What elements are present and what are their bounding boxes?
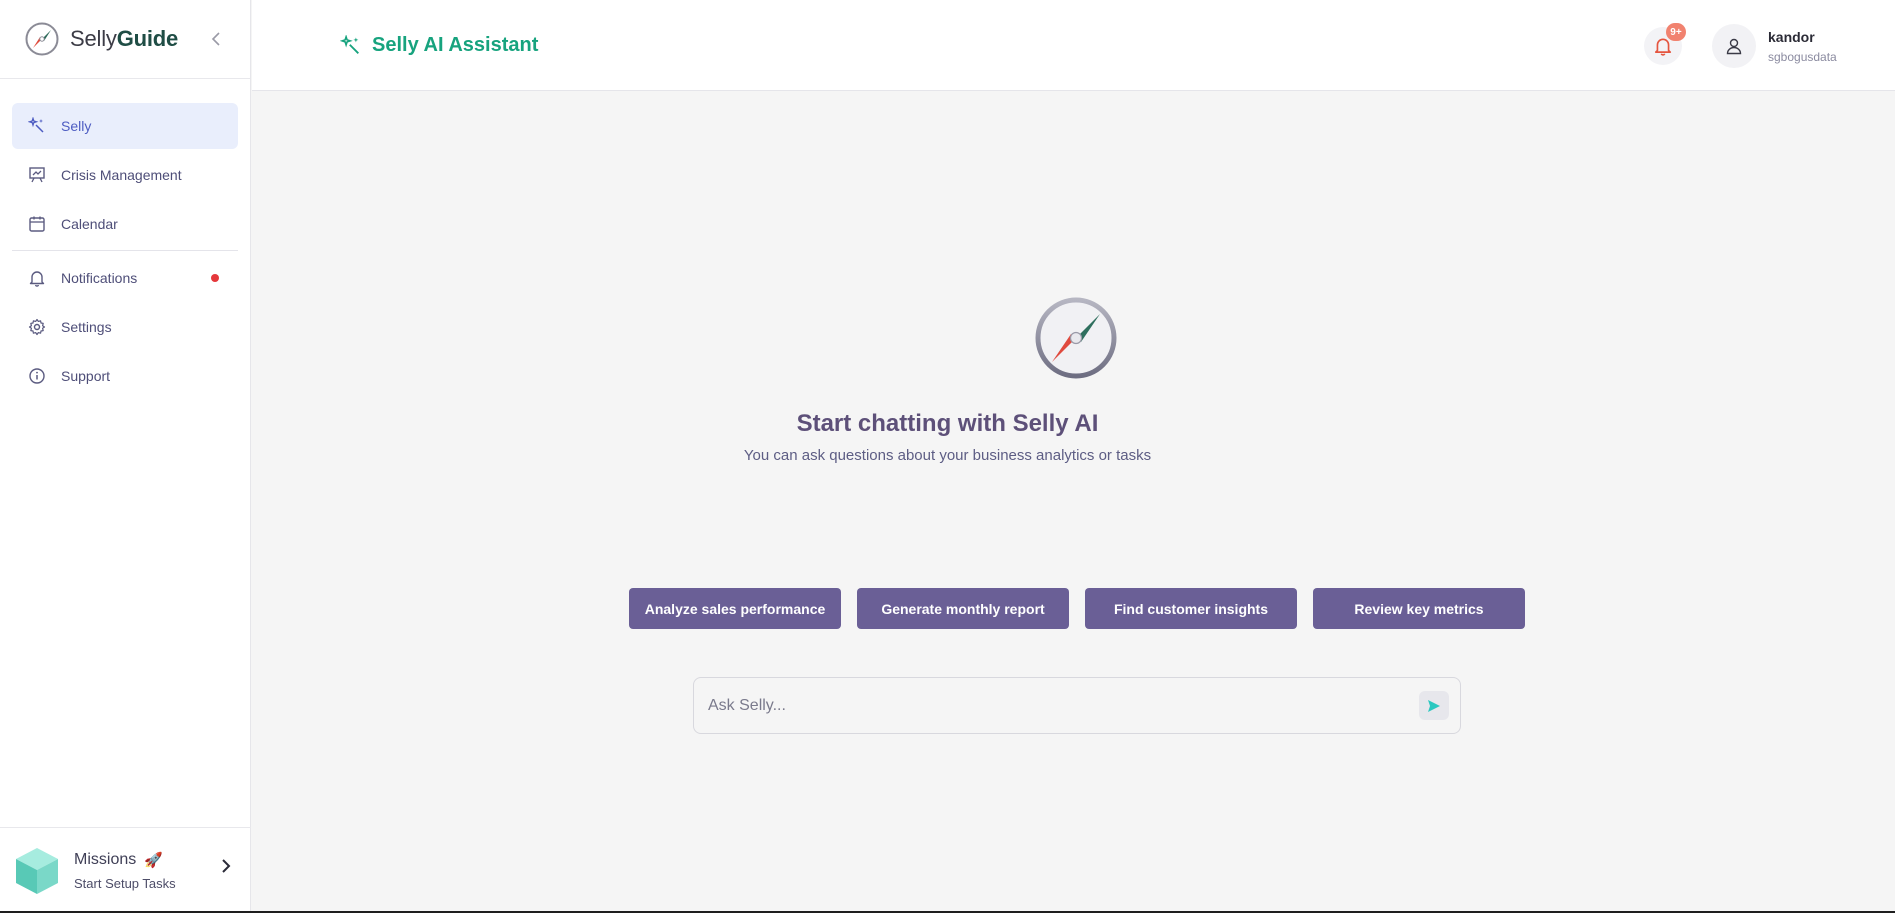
page-title: Selly AI Assistant — [340, 34, 538, 57]
brand-header: SellyGuide — [0, 0, 250, 79]
presentation-chart-icon — [28, 166, 46, 184]
unread-dot — [211, 274, 219, 282]
chevron-right-icon — [222, 859, 231, 873]
bell-icon — [28, 269, 46, 287]
user-org: sgbogusdata — [1768, 50, 1837, 64]
collapse-sidebar-button[interactable] — [206, 28, 226, 50]
hero-title: Start chatting with Selly AI — [796, 410, 1099, 437]
send-button[interactable] — [1419, 691, 1449, 720]
sidebar-item-notifications[interactable]: Notifications — [12, 255, 238, 301]
info-icon — [28, 367, 46, 385]
user-name[interactable]: kandor — [1768, 29, 1815, 45]
chevron-left-icon — [211, 32, 220, 46]
top-header: Selly AI Assistant 9+ kandor sgbogusdata — [252, 0, 1895, 91]
sidebar-item-settings[interactable]: Settings — [12, 304, 238, 350]
calendar-icon — [28, 215, 46, 233]
sidebar-item-calendar[interactable]: Calendar — [12, 201, 238, 247]
missions-subtitle: Start Setup Tasks — [74, 875, 176, 891]
missions-title: Missions 🚀 — [74, 850, 163, 869]
user-icon — [1726, 38, 1742, 55]
sidebar-item-label: Notifications — [61, 270, 138, 286]
suggestion-buttons: Analyze sales performance Generate month… — [629, 588, 1525, 629]
cube-icon — [16, 847, 58, 894]
sidebar-item-label: Selly — [61, 118, 92, 134]
sidebar-nav: Selly Crisis Management Calendar Notific… — [0, 79, 250, 399]
ask-input[interactable] — [708, 694, 1388, 718]
missions-card[interactable]: Missions 🚀 Start Setup Tasks — [0, 827, 251, 913]
sidebar-item-label: Support — [61, 368, 111, 384]
suggestion-key-metrics-button[interactable]: Review key metrics — [1313, 588, 1525, 629]
sidebar-item-label: Calendar — [61, 216, 118, 232]
notification-count-badge: 9+ — [1666, 23, 1686, 41]
compass-logo-icon — [25, 22, 59, 56]
send-icon — [1428, 699, 1440, 712]
sidebar-item-crisis-management[interactable]: Crisis Management — [12, 152, 238, 198]
sidebar-item-selly[interactable]: Selly — [12, 103, 238, 149]
sidebar-item-support[interactable]: Support — [12, 353, 238, 399]
brand-name: SellyGuide — [70, 26, 179, 51]
sidebar-item-label: Crisis Management — [61, 167, 182, 183]
compass-icon — [1035, 297, 1117, 379]
suggestion-monthly-report-button[interactable]: Generate monthly report — [857, 588, 1069, 629]
user-avatar[interactable] — [1712, 24, 1756, 68]
rocket-icon: 🚀 — [144, 851, 163, 869]
ask-box — [693, 677, 1461, 734]
nav-divider — [12, 250, 238, 251]
missions-text: Missions 🚀 Start Setup Tasks — [74, 851, 176, 891]
sidebar-item-label: Settings — [61, 319, 112, 335]
suggestion-customer-insights-button[interactable]: Find customer insights — [1085, 588, 1297, 629]
sparkle-wand-icon — [28, 117, 46, 135]
gear-icon — [28, 318, 46, 336]
notifications-bell-button[interactable]: 9+ — [1644, 23, 1686, 65]
hero-subtitle: You can ask questions about your busines… — [743, 447, 1152, 464]
sparkle-wand-icon — [340, 34, 359, 54]
suggestion-analyze-sales-button[interactable]: Analyze sales performance — [629, 588, 841, 629]
